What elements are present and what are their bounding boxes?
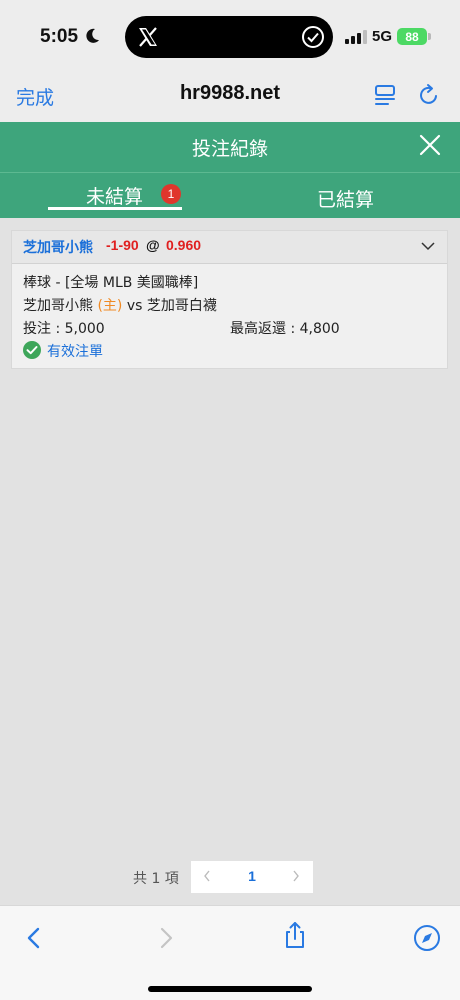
tab-settled[interactable]: 已結算 (280, 173, 410, 219)
max-payout: 最高返還 : 4,800 (230, 321, 340, 337)
check-circle-icon (302, 26, 324, 48)
battery-icon: 88 (397, 28, 427, 45)
bet-card-header[interactable]: 芝加哥小熊 -1-90 @ 0.960 (12, 231, 447, 264)
page-number[interactable]: 1 (242, 868, 262, 884)
network-type: 5G (372, 28, 393, 45)
browser-bottom-bar (0, 905, 460, 1000)
at-sign: @ (146, 237, 160, 253)
x-logo-icon (139, 27, 157, 47)
count-badge: 1 (161, 184, 181, 204)
status-bar: 5:05 5G 88 (0, 0, 460, 72)
url-label[interactable]: hr9988.net (130, 82, 330, 105)
chevron-right-icon[interactable] (291, 869, 301, 883)
close-icon[interactable] (418, 133, 442, 157)
battery-level: 88 (405, 29, 419, 44)
sport-league: 棒球 - [全場 MLB 美國職棒] (23, 275, 199, 291)
home-tag: (主) (97, 298, 123, 314)
signal-icon (345, 30, 367, 44)
tab-settled-label: 已結算 (317, 189, 375, 211)
forward-icon[interactable] (151, 923, 181, 953)
reload-icon[interactable] (416, 82, 442, 108)
bet-selection: 芝加哥小熊 (23, 240, 93, 256)
tab-unsettled[interactable]: 未結算 1 (48, 173, 182, 219)
page-title: 投注紀錄 (191, 138, 268, 160)
total-count: 共 1 項 (133, 871, 179, 887)
battery-tip (428, 33, 431, 40)
chevron-left-icon[interactable] (202, 869, 212, 883)
done-button[interactable]: 完成 (16, 83, 54, 110)
bet-odds: 0.960 (166, 237, 202, 253)
bet-card: 芝加哥小熊 -1-90 @ 0.960 棒球 - [全場 MLB 美國職棒] 芝… (11, 230, 448, 369)
tab-bar: 未結算 1 已結算 (0, 172, 460, 218)
app-header: 投注紀錄 (0, 122, 460, 172)
bet-status: 有效注單 (47, 344, 103, 360)
tab-unsettled-label: 未結算 (86, 186, 144, 208)
away-team: 芝加哥白襪 (146, 298, 217, 314)
bet-handicap: -1-90 (106, 237, 139, 253)
share-icon[interactable] (280, 920, 310, 950)
check-circle-icon (23, 341, 41, 359)
home-indicator (148, 986, 312, 992)
chevron-down-icon[interactable] (421, 241, 435, 251)
moon-icon (86, 28, 99, 43)
stake-amount: 投注 : 5,000 (23, 321, 105, 337)
compass-icon[interactable] (412, 923, 442, 953)
back-icon[interactable] (19, 923, 49, 953)
match-teams: 芝加哥小熊 (主) vs 芝加哥白襪 (23, 295, 217, 315)
pagination: 1 (191, 861, 313, 893)
active-tab-indicator (48, 207, 182, 210)
reader-mode-icon[interactable] (372, 82, 398, 108)
vs-label: vs (126, 298, 143, 314)
browser-top-bar: 完成 hr9988.net (0, 72, 460, 122)
status-time: 5:05 (40, 26, 79, 47)
home-team: 芝加哥小熊 (23, 298, 93, 314)
